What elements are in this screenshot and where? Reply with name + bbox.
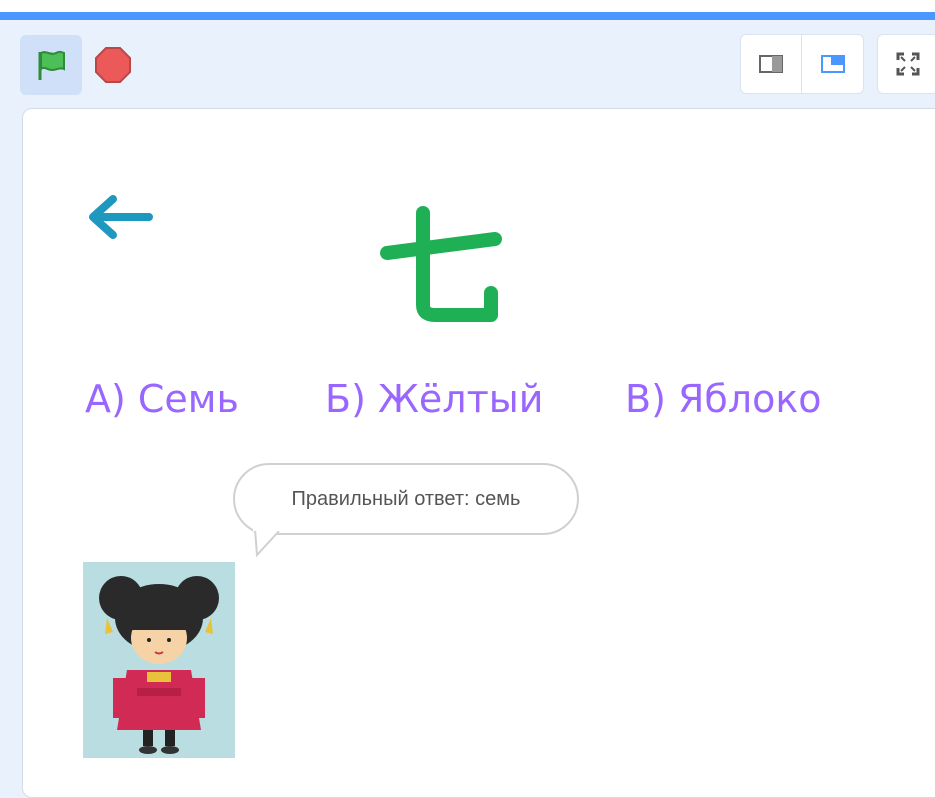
small-stage-icon	[759, 55, 783, 73]
speech-bubble: Правильный ответ: семь	[233, 463, 579, 535]
back-arrow-sprite[interactable]	[85, 191, 155, 248]
window-top-strip	[0, 0, 935, 20]
girl-kimono-image	[83, 562, 235, 758]
fullscreen-button[interactable]	[877, 34, 935, 94]
back-arrow-icon	[89, 195, 153, 239]
green-flag-icon	[38, 50, 65, 80]
normal-stage-icon	[820, 55, 845, 73]
green-flag-button[interactable]	[20, 35, 82, 95]
speech-bubble-text: Правильный ответ: семь	[291, 487, 521, 510]
girl-character-sprite[interactable]	[83, 562, 235, 758]
fullscreen-icon	[896, 52, 920, 76]
small-stage-button[interactable]	[740, 34, 802, 94]
kana-sprite[interactable]	[379, 201, 503, 330]
stage-size-controls	[740, 34, 935, 94]
stop-button[interactable]	[88, 40, 138, 90]
answer-option-a[interactable]: А) Семь	[85, 377, 239, 421]
answer-option-b[interactable]: Б) Жёлтый	[325, 377, 543, 421]
answer-options: А) Семь Б) Жёлтый В) Яблоко	[85, 377, 885, 433]
speech-bubble-tail	[253, 529, 283, 558]
answer-option-c[interactable]: В) Яблоко	[625, 377, 822, 421]
stop-sign-icon	[95, 47, 131, 83]
stage-canvas[interactable]: А) Семь Б) Жёлтый В) Яблоко Правильный о…	[22, 108, 935, 798]
normal-stage-button[interactable]	[802, 34, 864, 94]
stage-controls-bar	[0, 20, 935, 108]
kana-glyph	[380, 206, 502, 322]
